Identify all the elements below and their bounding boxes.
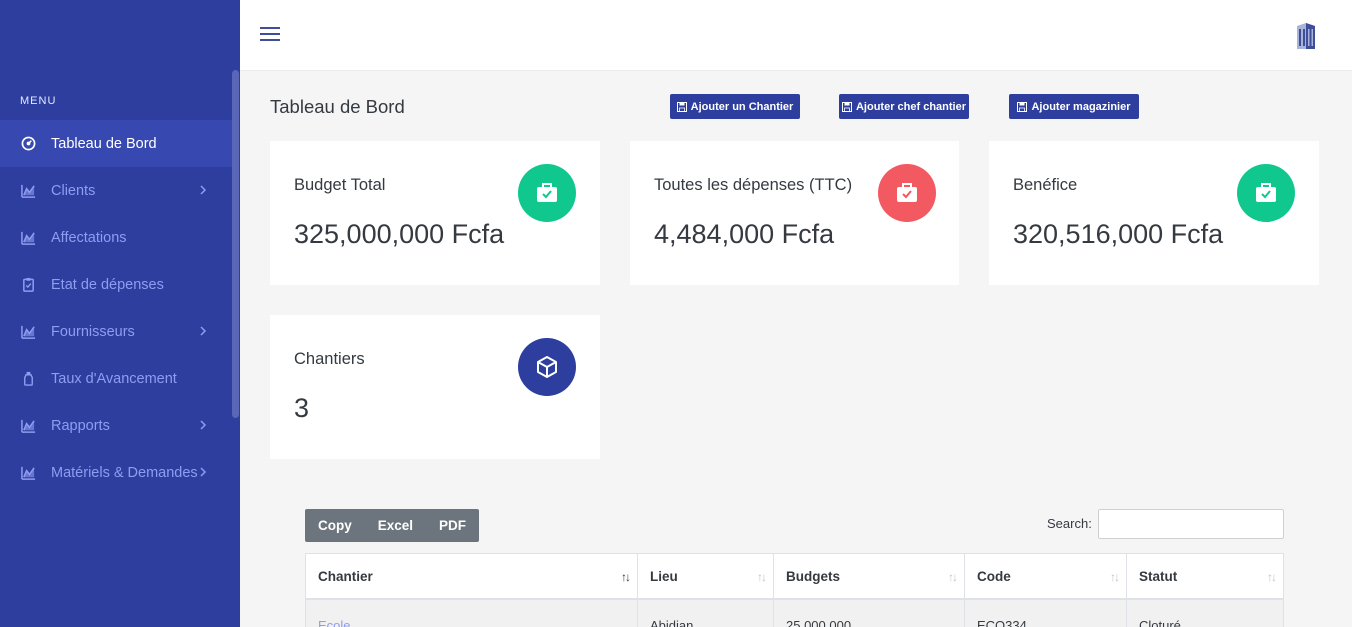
table-cell-lieu: Abidjan <box>638 600 774 627</box>
table-cell-budgets: 25 000 000 <box>774 600 965 627</box>
chart-icon <box>20 230 36 246</box>
column-header-budgets[interactable]: Budgets ↑↓ <box>774 554 965 598</box>
depenses-card: Toutes les dépenses (TTC) 4,484,000 Fcfa <box>630 141 959 285</box>
save-icon <box>676 101 687 112</box>
sidebar-scrollbar[interactable] <box>232 70 239 418</box>
add-chantier-button[interactable]: Ajouter un Chantier <box>670 94 800 119</box>
card-label: Chantiers <box>294 350 365 368</box>
card-value: 4,484,000 Fcfa <box>654 219 835 249</box>
clipboard-icon <box>20 277 36 293</box>
chart-icon <box>20 465 36 481</box>
sidebar-item-label: Rapports <box>51 417 110 434</box>
table-cell-chantier[interactable]: Ecole <box>306 600 638 627</box>
card-value: 325,000,000 Fcfa <box>294 219 505 249</box>
pdf-button[interactable]: PDF <box>426 509 479 542</box>
chart-icon <box>20 418 36 434</box>
chevron-right-icon <box>200 420 207 430</box>
table-cell-statut: Cloturé <box>1139 618 1181 627</box>
sort-icon: ↑↓ <box>757 570 767 584</box>
sidebar-item-label: Taux d'Avancement <box>51 370 177 387</box>
sidebar-item-label: Matériels & Demandes <box>51 464 198 481</box>
card-value: 320,516,000 Fcfa <box>1013 219 1224 249</box>
bottle-icon <box>20 371 36 387</box>
chevron-right-icon <box>200 326 207 336</box>
column-label: Statut <box>1139 568 1178 584</box>
column-header-statut[interactable]: Statut ↑↓ <box>1127 554 1283 598</box>
add-chef-chantier-button[interactable]: Ajouter chef chantier <box>839 94 969 119</box>
dashboard-icon <box>20 136 36 152</box>
budget-total-card: Budget Total 325,000,000 Fcfa <box>270 141 600 285</box>
sidebar-item-tableau-de-bord[interactable]: Tableau de Bord <box>0 120 232 167</box>
sidebar-item-etat-de-depenses[interactable]: Etat de dépenses <box>0 261 232 308</box>
copy-button[interactable]: Copy <box>305 509 365 542</box>
table-row: Ecole Abidjan 25 000 000 ECO334 Cloturé <box>306 600 1283 627</box>
search-input[interactable] <box>1098 509 1284 539</box>
building-logo-icon <box>1297 23 1315 49</box>
sidebar-item-label: Tableau de Bord <box>51 135 157 152</box>
card-label: Toutes les dépenses (TTC) <box>654 176 853 194</box>
sort-icon: ↑↓ <box>1110 570 1120 584</box>
menu-title: MENU <box>20 95 57 107</box>
excel-button[interactable]: Excel <box>365 509 426 542</box>
add-chantier-button-label: Ajouter un Chantier <box>690 100 794 113</box>
table-header: Chantier ↑↓ Lieu ↑↓ Budgets ↑↓ Code ↑↓ S… <box>306 554 1283 600</box>
sidebar-item-label: Affectations <box>51 229 127 246</box>
briefcase-check-icon <box>518 164 576 222</box>
sidebar-item-rapports[interactable]: Rapports <box>0 402 232 449</box>
search-label: Search: <box>1047 516 1092 531</box>
add-magazinier-button[interactable]: Ajouter magazinier <box>1009 94 1139 119</box>
sidebar-item-label: Fournisseurs <box>51 323 135 340</box>
briefcase-check-icon <box>878 164 936 222</box>
sidebar-item-affectations[interactable]: Affectations <box>0 214 232 261</box>
column-label: Code <box>977 568 1011 584</box>
chantiers-table: Chantier ↑↓ Lieu ↑↓ Budgets ↑↓ Code ↑↓ S… <box>305 553 1284 627</box>
column-label: Lieu <box>650 568 678 584</box>
sidebar-item-label: Etat de dépenses <box>51 276 164 293</box>
sidebar-item-clients[interactable]: Clients <box>0 167 232 214</box>
page-title: Tableau de Bord <box>270 96 405 117</box>
save-icon <box>1017 101 1028 112</box>
sort-icon: ↑↓ <box>948 570 958 584</box>
table-cell-code: ECO334 <box>965 600 1127 627</box>
export-buttons: Copy Excel PDF <box>305 509 480 542</box>
sort-icon: ↑↓ <box>621 570 631 584</box>
chart-icon <box>20 324 36 340</box>
add-chef-chantier-button-label: Ajouter chef chantier <box>855 100 967 113</box>
sidebar-item-materiels-demandes[interactable]: Matériels & Demandes <box>0 449 232 496</box>
column-label: Budgets <box>786 568 840 584</box>
column-header-code[interactable]: Code ↑↓ <box>965 554 1127 598</box>
card-value: 3 <box>294 393 310 423</box>
sidebar-item-taux-d-avancement[interactable]: Taux d'Avancement <box>0 355 232 402</box>
chevron-right-icon <box>200 467 207 477</box>
chantiers-card: Chantiers 3 <box>270 315 600 459</box>
card-label: Budget Total <box>294 176 386 194</box>
column-header-lieu[interactable]: Lieu ↑↓ <box>638 554 774 598</box>
add-magazinier-button-label: Ajouter magazinier <box>1031 100 1131 113</box>
column-label: Chantier <box>318 568 373 584</box>
column-header-chantier[interactable]: Chantier ↑↓ <box>306 554 638 598</box>
sidebar-item-label: Clients <box>51 182 96 199</box>
menu-toggle-icon[interactable] <box>260 27 280 43</box>
chevron-right-icon <box>200 185 207 195</box>
chart-icon <box>20 183 36 199</box>
briefcase-check-icon <box>1237 164 1295 222</box>
save-icon <box>841 101 852 112</box>
card-label: Benéfice <box>1013 176 1078 194</box>
benefice-card: Benéfice 320,516,000 Fcfa <box>989 141 1319 285</box>
sidebar-nav: Tableau de Bord Clients Affectations Eta… <box>0 120 232 496</box>
sort-icon: ↑↓ <box>1267 570 1277 584</box>
topbar <box>240 0 1352 71</box>
cube-icon <box>518 338 576 396</box>
sidebar-item-fournisseurs[interactable]: Fournisseurs <box>0 308 232 355</box>
sidebar: MENU Tableau de Bord Clients Affectation… <box>0 0 240 627</box>
